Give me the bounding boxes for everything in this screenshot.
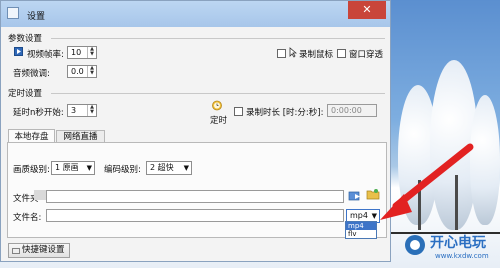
svg-text:开心电玩: 开心电玩 [430,234,486,251]
svg-text:www.kxdw.com: www.kxdw.com [435,252,489,260]
watermark-logo: 开心电玩 www.kxdw.com [403,227,495,263]
